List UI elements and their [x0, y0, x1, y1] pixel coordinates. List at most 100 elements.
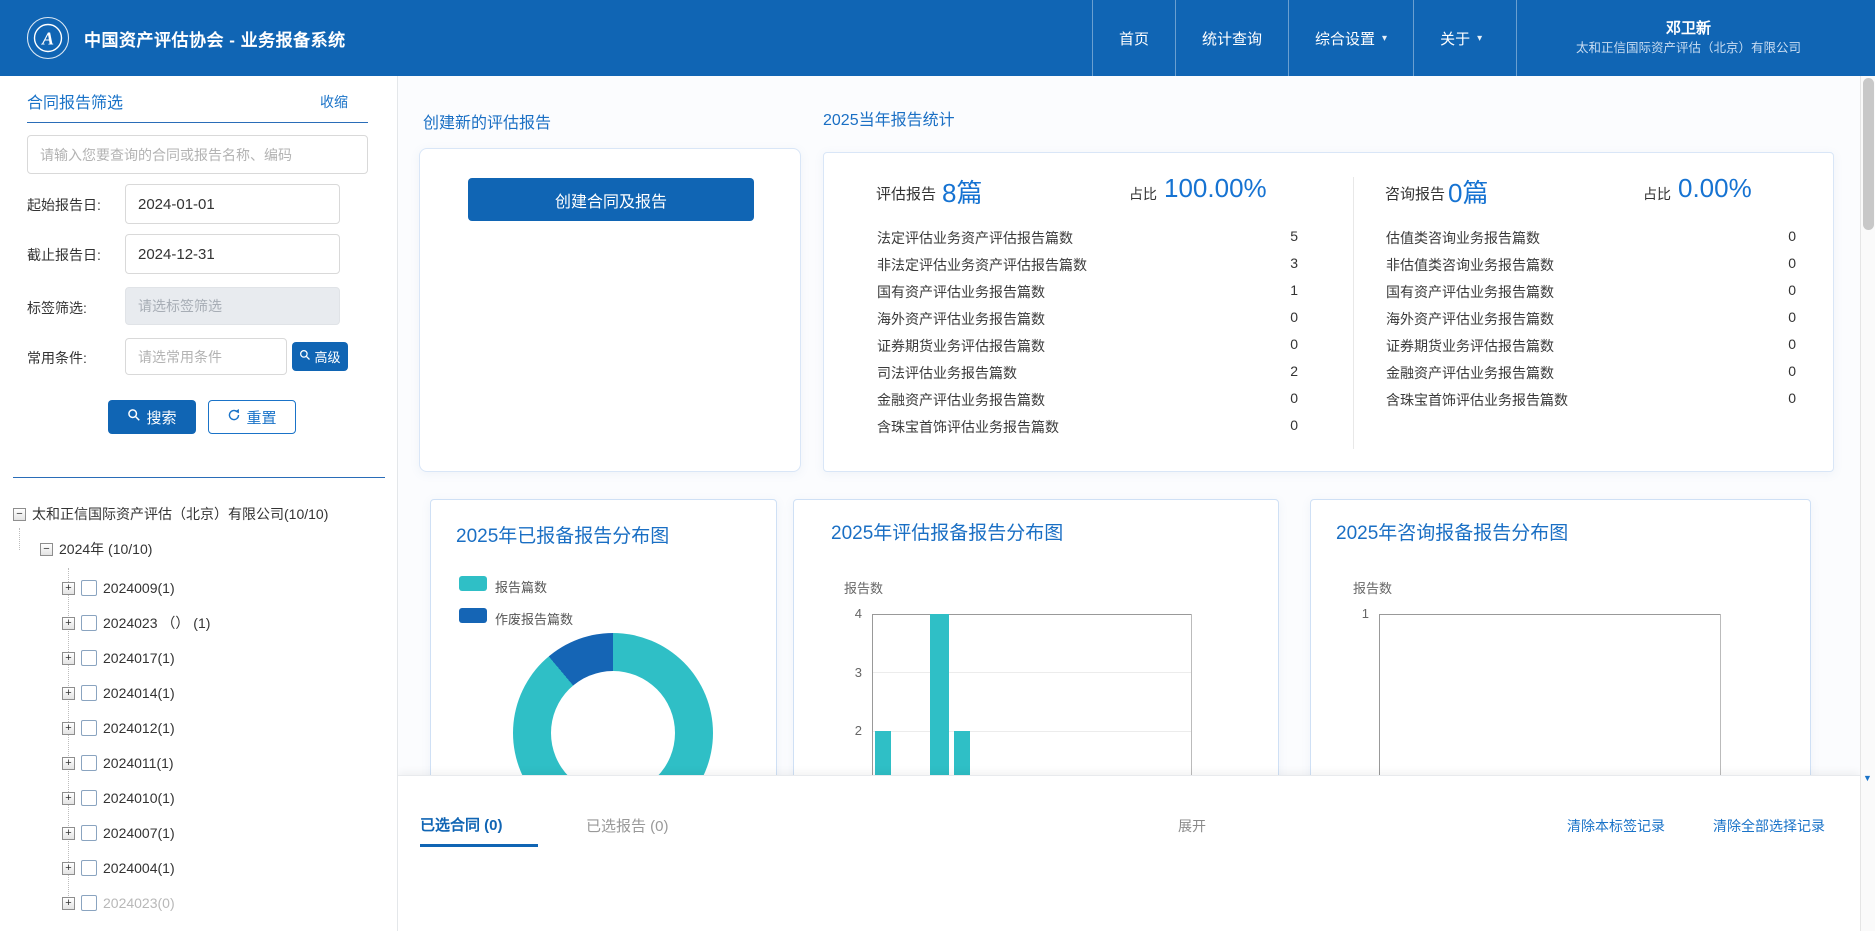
caret-down-icon: ▾	[1477, 33, 1482, 44]
collapse-node-icon[interactable]: −	[40, 543, 53, 556]
tree-item[interactable]: + 2024011(1)	[62, 751, 174, 775]
assessment-chart-title: 2025年评估报备报告分布图	[831, 518, 1063, 545]
tree-item-checkbox[interactable]	[81, 615, 97, 631]
assessment-report-count: 8篇	[942, 173, 982, 210]
main-nav: 首页 统计查询 综合设置▾ 关于▾	[1092, 0, 1508, 76]
expand-node-icon[interactable]: +	[62, 827, 75, 840]
stat-row-label: 证券期货业务评估报告篇数	[1386, 336, 1554, 356]
stat-row-label: 国有资产评估业务报告篇数	[1386, 282, 1554, 302]
stats-divider	[1353, 177, 1354, 449]
tree-item-checkbox[interactable]	[81, 755, 97, 771]
expand-node-icon[interactable]: +	[62, 617, 75, 630]
stat-row-label: 海外资产评估业务报告篇数	[1386, 309, 1554, 329]
stat-row-label: 非估值类咨询业务报告篇数	[1386, 255, 1554, 275]
stat-row-label: 国有资产评估业务报告篇数	[877, 282, 1045, 302]
tree-item-disabled[interactable]: + 2024023(0)	[62, 891, 175, 915]
refresh-icon	[227, 408, 241, 426]
stat-row-value: 0	[1264, 309, 1298, 325]
legend-label-reports[interactable]: 报告篇数	[495, 577, 547, 596]
tab-selected-reports[interactable]: 已选报告 (0)	[586, 815, 669, 836]
tree-item[interactable]: + 2024009(1)	[62, 576, 175, 600]
collapse-panel-link[interactable]: 收缩	[320, 92, 348, 112]
legend-swatch-reports[interactable]	[459, 576, 487, 591]
tree-item[interactable]: + 2024017(1)	[62, 646, 175, 670]
nav-item-about[interactable]: 关于▾	[1413, 0, 1508, 76]
tree-item-checkbox[interactable]	[81, 860, 97, 876]
stat-row-value: 2	[1264, 363, 1298, 379]
stat-row-value: 5	[1264, 228, 1298, 244]
advanced-search-button[interactable]: 高级	[292, 342, 348, 371]
tree-item-label: 2024011(1)	[103, 755, 174, 771]
tree-item-checkbox[interactable]	[81, 825, 97, 841]
tree-year-node[interactable]: − 2024年 (10/10)	[40, 537, 152, 561]
expand-node-icon[interactable]: +	[62, 757, 75, 770]
tree-item-checkbox[interactable]	[81, 895, 97, 911]
user-block[interactable]: 邓卫新 太和正信国际资产评估（北京）有限公司	[1516, 0, 1860, 76]
vertical-scrollbar[interactable]: ▼	[1860, 76, 1875, 931]
nav-item-home[interactable]: 首页	[1092, 0, 1175, 76]
stat-row-value: 1	[1264, 282, 1298, 298]
y-tick: 1	[1339, 606, 1369, 621]
expand-node-icon[interactable]: +	[62, 862, 75, 875]
y-axis-line	[1379, 614, 1380, 800]
common-condition-input[interactable]	[125, 338, 287, 375]
tree-item[interactable]: + 2024014(1)	[62, 681, 175, 705]
title-divider	[27, 122, 368, 123]
nav-item-settings[interactable]: 综合设置▾	[1288, 0, 1413, 76]
reset-button[interactable]: 重置	[208, 400, 296, 434]
header: A 中国资产评估协会 - 业务报备系统 首页 统计查询 综合设置▾ 关于▾ 邓卫…	[0, 0, 1875, 76]
legend-label-voided[interactable]: 作废报告篇数	[495, 609, 573, 628]
create-contract-report-button[interactable]: 创建合同及报告	[468, 178, 754, 221]
legend-swatch-voided[interactable]	[459, 608, 487, 623]
consulting-chart-title: 2025年咨询报备报告分布图	[1336, 518, 1568, 545]
start-date-input[interactable]	[125, 184, 340, 224]
tree-item-checkbox[interactable]	[81, 580, 97, 596]
stat-row-label: 司法评估业务报告篇数	[877, 363, 1017, 383]
x-gridline-top	[872, 614, 1191, 615]
expand-node-icon[interactable]: +	[62, 722, 75, 735]
tag-filter-input[interactable]	[125, 287, 340, 325]
bar-report[interactable]	[930, 614, 949, 800]
active-tab-underline	[420, 844, 538, 847]
keyword-search-input[interactable]	[27, 135, 368, 174]
expand-panel-link[interactable]: 展开	[1178, 816, 1206, 836]
tree-item-checkbox[interactable]	[81, 650, 97, 666]
tree-item-label: 2024012(1)	[103, 720, 175, 736]
tree-item-checkbox[interactable]	[81, 720, 97, 736]
stat-row-label: 海外资产评估业务报告篇数	[877, 309, 1045, 329]
end-date-input[interactable]	[125, 234, 340, 274]
tree-item-checkbox[interactable]	[81, 790, 97, 806]
collapse-node-icon[interactable]: −	[13, 508, 26, 521]
assessment-report-title: 评估报告	[876, 183, 936, 204]
tree-item-checkbox[interactable]	[81, 685, 97, 701]
expand-node-icon[interactable]: +	[62, 897, 75, 910]
scrollbar-thumb[interactable]	[1863, 78, 1874, 230]
ratio-label: 占比	[1129, 184, 1157, 204]
y-axis-label: 报告数	[844, 578, 883, 597]
tree-item[interactable]: + 2024004(1)	[62, 856, 175, 880]
expand-node-icon[interactable]: +	[62, 652, 75, 665]
search-button[interactable]: 搜索	[108, 400, 196, 434]
expand-node-icon[interactable]: +	[62, 687, 75, 700]
tree-item[interactable]: + 2024007(1)	[62, 821, 175, 845]
tab-selected-contracts[interactable]: 已选合同 (0)	[420, 814, 503, 835]
clear-all-selection-link[interactable]: 清除全部选择记录	[1713, 816, 1825, 836]
tree-item[interactable]: + 2024012(1)	[62, 716, 175, 740]
filter-panel-title: 合同报告筛选	[27, 89, 123, 113]
tree-root-node[interactable]: − 太和正信国际资产评估（北京）有限公司(10/10)	[13, 502, 328, 526]
clear-current-tab-link[interactable]: 清除本标签记录	[1567, 816, 1665, 836]
plot-right-border	[1191, 614, 1192, 800]
caret-down-icon: ▾	[1382, 33, 1387, 44]
end-date-label: 截止报告日:	[27, 245, 101, 265]
scroll-down-caret-icon[interactable]: ▼	[1863, 773, 1872, 783]
plot-right-border	[1720, 614, 1721, 800]
expand-node-icon[interactable]: +	[62, 792, 75, 805]
stat-row-value: 0	[1264, 390, 1298, 406]
tree-item[interactable]: + 2024023 （） (1)	[62, 611, 210, 635]
tag-filter-label: 标签筛选:	[27, 298, 87, 318]
tree-item[interactable]: + 2024010(1)	[62, 786, 175, 810]
stat-row-value: 0	[1762, 255, 1796, 271]
expand-node-icon[interactable]: +	[62, 582, 75, 595]
tree-item-label: 2024009(1)	[103, 580, 175, 596]
nav-item-stats-query[interactable]: 统计查询	[1175, 0, 1288, 76]
